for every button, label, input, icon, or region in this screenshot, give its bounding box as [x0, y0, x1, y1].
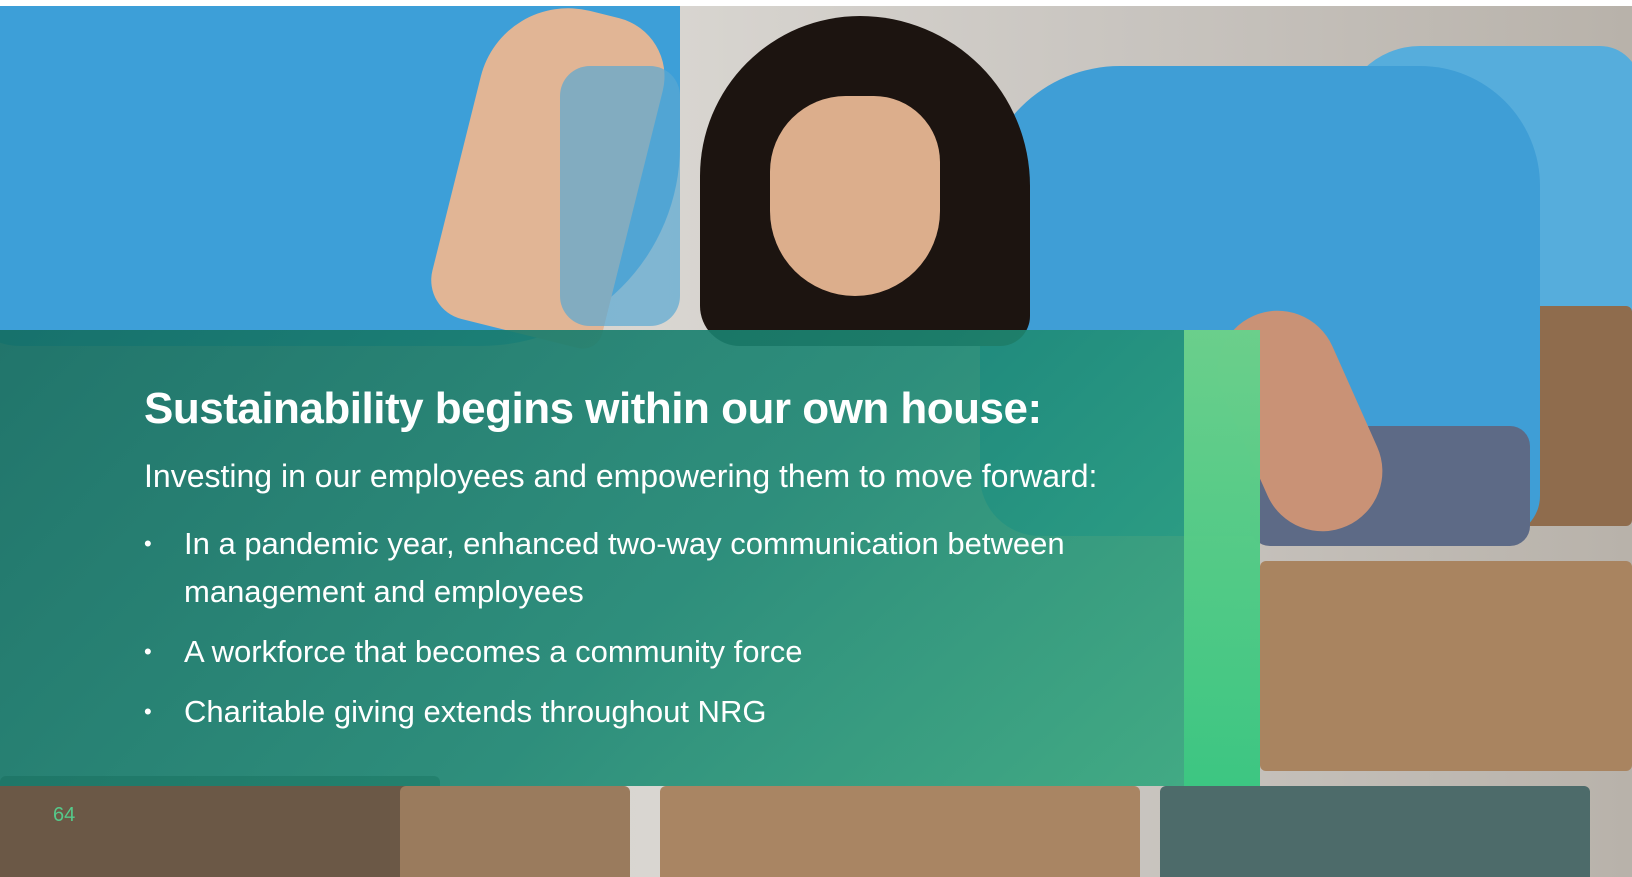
bullet-item: • A workforce that becomes a community f…	[144, 628, 1144, 676]
photo-box	[660, 786, 1140, 877]
slide-title: Sustainability begins within our own hou…	[144, 384, 1042, 433]
bullet-marker: •	[144, 699, 152, 724]
bullet-text: Charitable giving extends throughout NRG	[184, 694, 767, 729]
photo-face	[770, 96, 940, 296]
bullet-text: A workforce that becomes a community for…	[184, 634, 803, 669]
photo-box	[1260, 561, 1632, 771]
bullet-text: In a pandemic year, enhanced two-way com…	[184, 526, 1065, 609]
photo-shirt	[560, 66, 680, 326]
bullet-item: • Charitable giving extends throughout N…	[144, 688, 1144, 736]
bullet-item: • In a pandemic year, enhanced two-way c…	[144, 520, 1144, 616]
photo-box	[1160, 786, 1590, 877]
bullet-marker: •	[144, 531, 152, 556]
bullet-marker: •	[144, 639, 152, 664]
photo-box	[400, 786, 630, 877]
accent-strip	[1184, 330, 1260, 786]
slide-subtitle: Investing in our employees and empowerin…	[144, 458, 1098, 494]
page-number: 64	[53, 804, 76, 826]
bullet-list: • In a pandemic year, enhanced two-way c…	[144, 520, 1144, 748]
